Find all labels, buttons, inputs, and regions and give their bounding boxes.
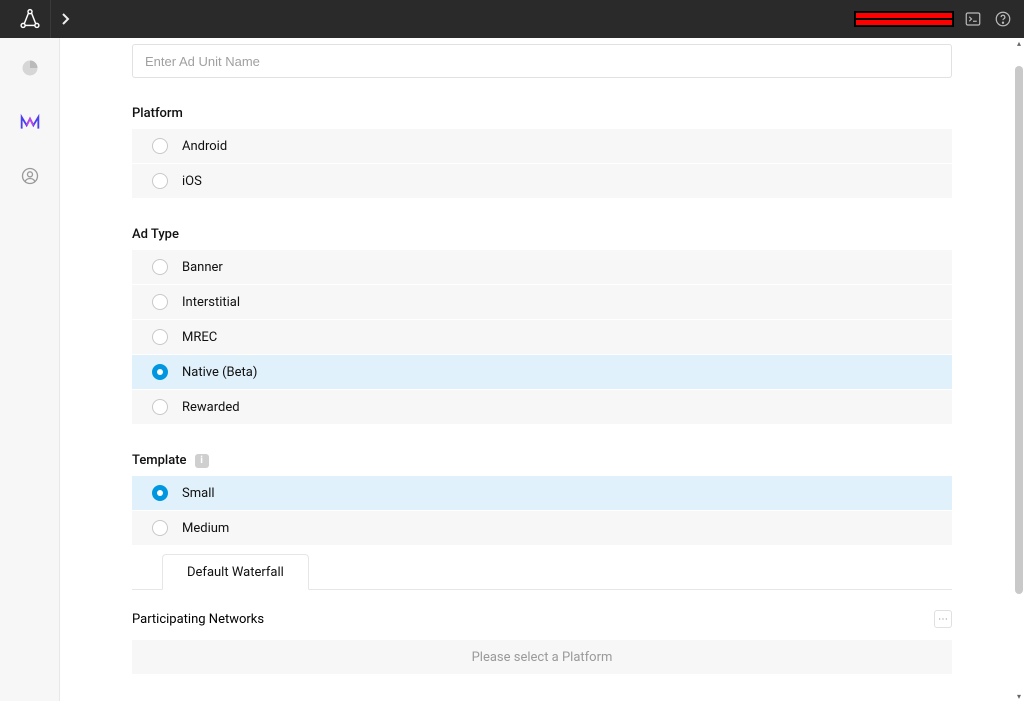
topbar-left <box>10 0 80 38</box>
waterfall-tabs: Default Waterfall <box>132 554 952 590</box>
radio-icon <box>152 399 168 415</box>
platform-option[interactable]: iOS <box>132 164 952 199</box>
radio-icon <box>152 485 168 501</box>
sidebar <box>0 38 60 701</box>
topbar-right <box>854 8 1014 30</box>
platform-option[interactable]: Android <box>132 129 952 164</box>
adtype-option[interactable]: Banner <box>132 250 952 285</box>
help-button[interactable] <box>992 8 1014 30</box>
chevron-right-icon <box>61 12 71 26</box>
platform-option-label: Android <box>182 139 227 154</box>
terminal-button[interactable] <box>962 8 984 30</box>
template-option[interactable]: Small <box>132 476 952 511</box>
scroll-up-arrow[interactable]: ▴ <box>1014 38 1024 48</box>
scrollbar[interactable]: ▴ ▾ <box>1014 38 1024 701</box>
platform-option-label: iOS <box>182 174 202 189</box>
adtype-option[interactable]: Rewarded <box>132 390 952 425</box>
networks-more-button[interactable]: ⋯ <box>934 610 952 628</box>
sidebar-item-1[interactable] <box>18 56 42 80</box>
content: Platform Android iOS Ad Type Banner Inters… <box>60 38 1024 701</box>
sidebar-item-2[interactable] <box>18 110 42 134</box>
adtype-option-label: Rewarded <box>182 400 240 415</box>
adtype-option[interactable]: MREC <box>132 320 952 355</box>
tab-default-waterfall[interactable]: Default Waterfall <box>162 554 309 590</box>
radio-icon <box>152 294 168 310</box>
template-section: Template i Small Medium Default Waterfall… <box>132 453 952 674</box>
max-logo-icon <box>20 113 40 131</box>
adtype-option-label: Native (Beta) <box>182 365 257 380</box>
account-dropdown[interactable] <box>854 11 954 27</box>
terminal-icon <box>964 10 982 28</box>
radio-icon <box>152 173 168 189</box>
networks-header: Participating Networks ⋯ <box>132 610 952 628</box>
adtype-option-label: MREC <box>182 330 217 345</box>
radio-icon <box>152 138 168 154</box>
ad-unit-name-input[interactable] <box>132 44 952 78</box>
layout: Platform Android iOS Ad Type Banner Inters… <box>0 38 1024 701</box>
topbar <box>0 0 1024 38</box>
template-info-icon[interactable]: i <box>195 454 209 468</box>
adtype-option-label: Banner <box>182 260 223 275</box>
content-wrap: Platform Android iOS Ad Type Banner Inters… <box>60 38 1024 701</box>
adtype-option[interactable]: Native (Beta) <box>132 355 952 390</box>
template-label: Template i <box>132 453 952 468</box>
radio-icon <box>152 329 168 345</box>
circle-partial-icon <box>20 58 40 78</box>
triangle-logo-icon <box>19 8 41 30</box>
user-icon <box>20 166 40 186</box>
expand-sidebar-button[interactable] <box>50 0 80 38</box>
template-option[interactable]: Medium <box>132 511 952 546</box>
platform-label: Platform <box>132 106 952 121</box>
dots-icon: ⋯ <box>938 614 948 625</box>
scroll-down-arrow[interactable]: ▾ <box>1014 691 1024 701</box>
adtype-section: Ad Type Banner Interstitial MREC Native (Be… <box>132 227 952 425</box>
sidebar-item-3[interactable] <box>18 164 42 188</box>
help-icon <box>994 10 1012 28</box>
radio-icon <box>152 364 168 380</box>
networks-label: Participating Networks <box>132 612 264 627</box>
radio-icon <box>152 259 168 275</box>
template-option-label: Small <box>182 486 215 501</box>
adtype-label: Ad Type <box>132 227 952 242</box>
adtype-option[interactable]: Interstitial <box>132 285 952 320</box>
radio-icon <box>152 520 168 536</box>
app-logo[interactable] <box>10 0 50 38</box>
template-label-text: Template <box>132 453 187 468</box>
platform-section: Platform Android iOS <box>132 106 952 199</box>
template-option-label: Medium <box>182 521 229 536</box>
networks-placeholder: Please select a Platform <box>132 640 952 674</box>
scrollbar-thumb[interactable] <box>1015 66 1023 594</box>
adtype-option-label: Interstitial <box>182 295 240 310</box>
